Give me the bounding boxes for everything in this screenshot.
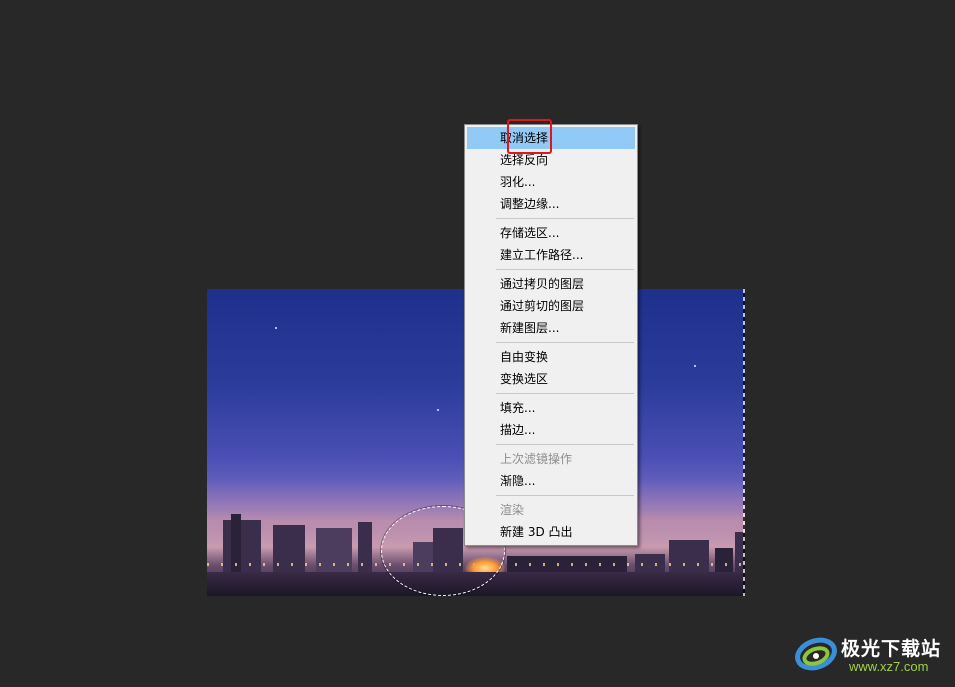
menu-item-free-transform[interactable]: 自由变换 xyxy=(467,346,635,368)
star xyxy=(694,365,696,367)
menu-item-last-filter: 上次滤镜操作 xyxy=(500,452,573,466)
watermark: 极光下载站 www.xz7.com xyxy=(794,630,946,680)
watermark-url: www.xz7.com xyxy=(849,659,929,674)
selection-edge xyxy=(743,289,745,596)
menu-separator xyxy=(496,495,634,496)
menu-item-layer-via-cut[interactable]: 通过剪切的图层 xyxy=(467,295,635,317)
watermark-logo-icon xyxy=(795,637,837,671)
menu-item-save-selection[interactable]: 存储选区... xyxy=(467,222,635,244)
menu-item-stroke[interactable]: 描边... xyxy=(467,419,635,441)
menu-separator xyxy=(496,444,634,445)
menu-separator xyxy=(496,342,634,343)
watermark-name: 极光下载站 xyxy=(841,638,942,660)
menu-item-fill[interactable]: 填充... xyxy=(467,397,635,419)
star xyxy=(437,409,439,411)
menu-item-layer-via-copy[interactable]: 通过拷贝的图层 xyxy=(467,273,635,295)
menu-item-fade[interactable]: 渐隐... xyxy=(467,470,635,492)
menu-item-make-work-path[interactable]: 建立工作路径... xyxy=(467,244,635,266)
star xyxy=(275,327,277,329)
menu-item-refine-edge[interactable]: 调整边缘... xyxy=(467,193,635,215)
menu-separator xyxy=(496,218,634,219)
menu-item-new-layer[interactable]: 新建图层... xyxy=(467,317,635,339)
menu-item-transform-selection[interactable]: 变换选区 xyxy=(467,368,635,390)
building xyxy=(715,548,733,572)
building xyxy=(669,540,709,572)
menu-separator xyxy=(496,269,634,270)
menu-separator xyxy=(496,393,634,394)
context-menu: 取消选择 选择反向 羽化... 调整边缘... 存储选区... 建立工作路径..… xyxy=(464,124,638,546)
menu-item-feather[interactable]: 羽化... xyxy=(467,171,635,193)
menu-item-render: 渲染 xyxy=(500,503,525,517)
annotation-highlight-box xyxy=(507,119,552,154)
menu-item-new-3d-extrusion[interactable]: 新建 3D 凸出 xyxy=(467,521,635,543)
